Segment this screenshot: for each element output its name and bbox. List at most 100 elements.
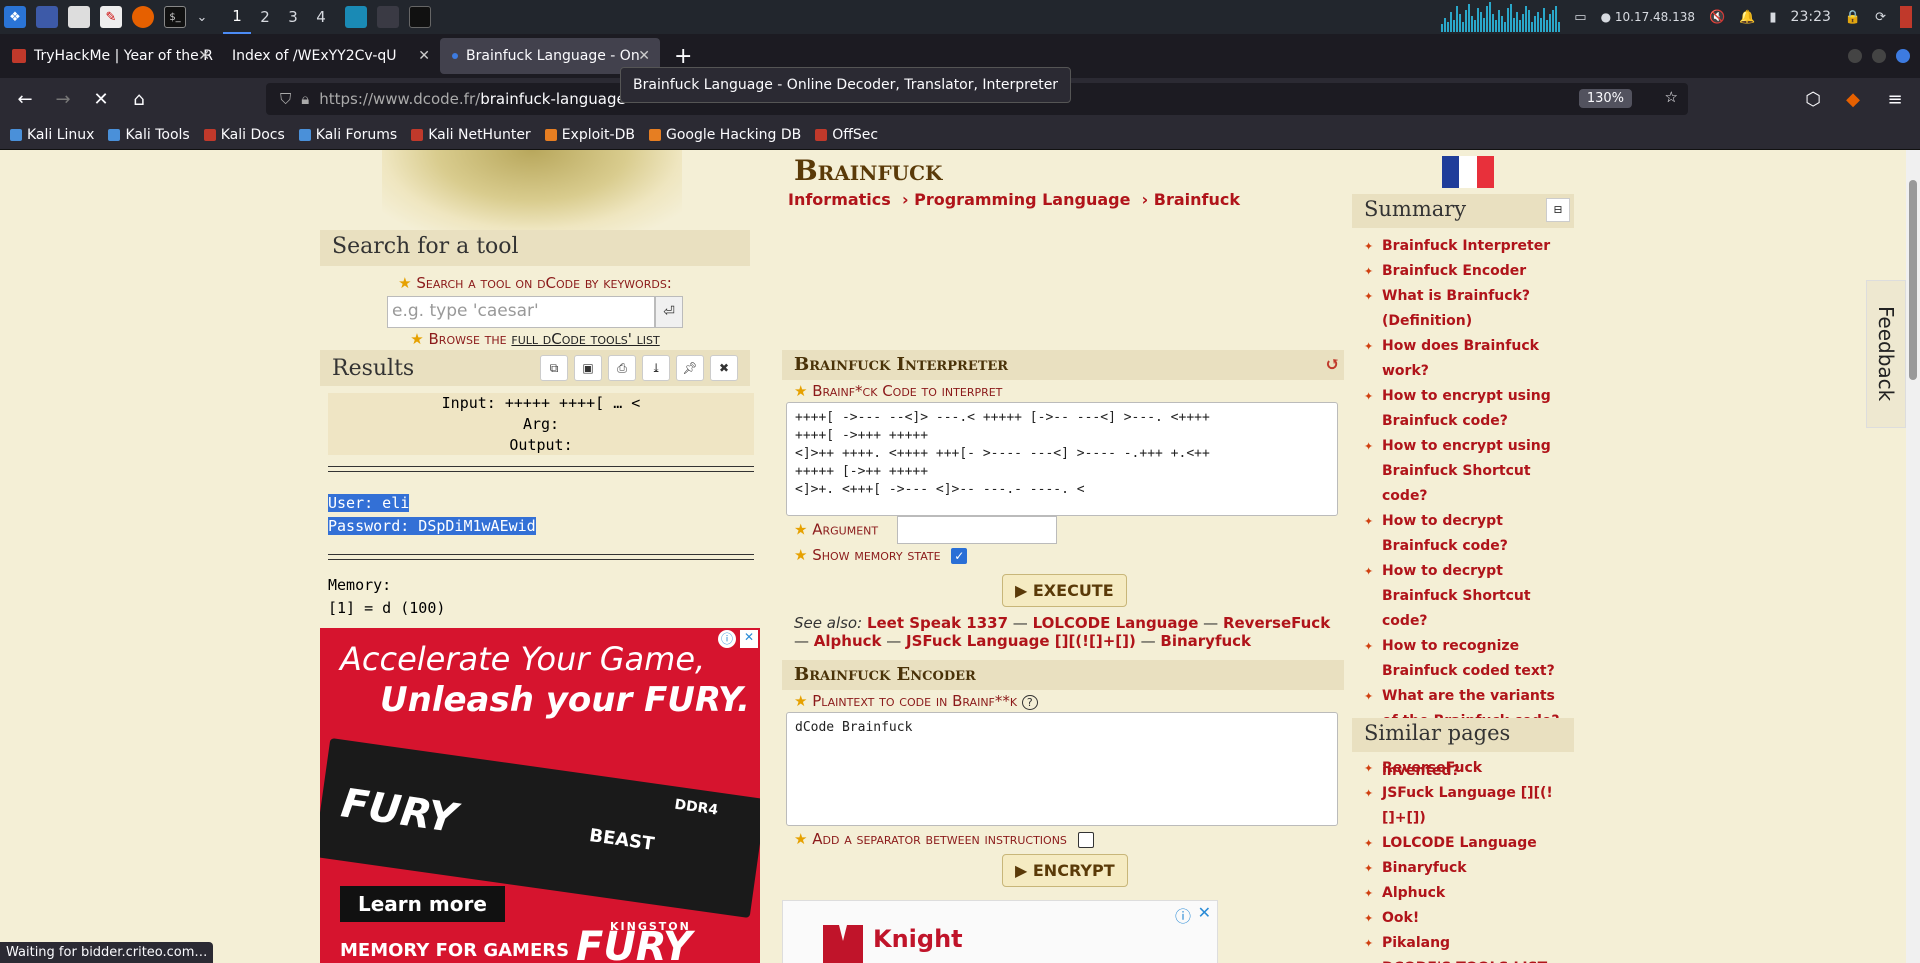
bookmark-2[interactable]: Kali Docs — [203, 127, 285, 143]
ad-learn-more-button[interactable]: Learn more — [340, 886, 505, 922]
memory-state-checkbox[interactable]: ✓ — [951, 547, 968, 564]
breadcrumb-programming-language[interactable]: Programming Language — [914, 190, 1130, 209]
scrollbar-thumb[interactable] — [1909, 180, 1917, 380]
extension-icon[interactable]: ◆ — [1836, 82, 1870, 116]
display-icon[interactable]: ▭ — [1574, 10, 1586, 25]
link-reversefuck[interactable]: ReverseFuck — [1223, 614, 1330, 632]
close-tab-icon[interactable]: ✕ — [198, 48, 210, 64]
app-icon-1[interactable] — [345, 6, 367, 28]
bookmark-0[interactable]: Kali Linux — [10, 127, 94, 143]
text-editor-icon[interactable]: ✎ — [100, 6, 122, 28]
pin-icon[interactable]: 📌︎ — [676, 355, 704, 381]
breadcrumb-informatics[interactable]: Informatics — [788, 190, 891, 209]
workspace-4[interactable]: 4 — [307, 0, 335, 34]
link-alphuck[interactable]: Alphuck — [814, 632, 882, 650]
padlock-icon[interactable]: 🔒︎ — [301, 90, 309, 108]
ad-info-icon[interactable]: ⓘ — [1175, 903, 1191, 927]
app-icon-terminal[interactable] — [409, 6, 431, 28]
french-flag-icon[interactable] — [1442, 156, 1494, 188]
app-icon-firefox[interactable] — [377, 6, 399, 28]
collapse-icon[interactable]: ⊟ — [1546, 198, 1570, 222]
summary-link-0[interactable]: Brainfuck Interpreter — [1382, 238, 1550, 254]
link-jsfuck[interactable]: JSFuck Language [][(![]+[]) — [906, 632, 1136, 650]
workspace-1[interactable]: 1 — [223, 0, 251, 34]
menu-icon[interactable]: ≡ — [1878, 82, 1912, 116]
encrypt-button[interactable]: ▶ ENCRYPT — [1002, 854, 1128, 887]
home-icon[interactable]: ⌂ — [122, 82, 156, 116]
similar-link-5[interactable]: Ook! — [1382, 910, 1419, 926]
forward-arrow-icon[interactable]: → — [46, 82, 80, 116]
print-icon[interactable]: ⎙ — [608, 355, 636, 381]
search-input[interactable]: e.g. type 'caesar' — [387, 296, 655, 328]
firefox-icon[interactable] — [132, 6, 154, 28]
execute-button[interactable]: ▶ EXECUTE — [1002, 574, 1127, 607]
bookmark-4[interactable]: Kali NetHunter — [411, 127, 531, 143]
similar-link-3[interactable]: Binaryfuck — [1382, 860, 1467, 876]
bookmark-3[interactable]: Kali Forums — [298, 127, 397, 143]
reset-icon[interactable]: ↺ — [1325, 354, 1340, 375]
lock-icon[interactable]: 🔒 — [1845, 10, 1861, 25]
summary-link-8[interactable]: How to recognize Brainfuck coded text? — [1382, 638, 1555, 679]
file-manager-icon[interactable] — [68, 6, 90, 28]
clock[interactable]: 23:23 — [1791, 9, 1831, 25]
result-output[interactable]: User: eli Password: DSpDiM1wAEwid — [328, 492, 536, 538]
download-icon[interactable]: ⤓ — [642, 355, 670, 381]
argument-input[interactable] — [896, 516, 1057, 544]
search-submit-button[interactable]: ⏎ — [655, 296, 683, 328]
bell-icon[interactable]: 🔔 — [1739, 10, 1755, 25]
pocket-icon[interactable]: ⬡ — [1796, 82, 1830, 116]
summary-link-2[interactable]: What is Brainfuck? (Definition) — [1382, 288, 1530, 329]
ad-info-icon[interactable]: ⓘ — [718, 630, 736, 648]
result-password-line[interactable]: Password: DSpDiM1wAEwid — [328, 517, 536, 535]
summary-link-5[interactable]: How to encrypt using Brainfuck Shortcut … — [1382, 438, 1551, 504]
similar-link-1[interactable]: JSFuck Language [][(![]+[]) — [1382, 785, 1553, 826]
advertisement-knight[interactable]: Knight ⓘ ✕ — [782, 900, 1218, 963]
stop-loading-icon[interactable]: ✕ — [84, 82, 118, 116]
bookmark-1[interactable]: Kali Tools — [108, 127, 190, 143]
kali-menu-icon[interactable]: ❖ — [4, 6, 26, 28]
summary-link-1[interactable]: Brainfuck Encoder — [1382, 263, 1526, 279]
close-tab-icon[interactable]: ✕ — [418, 48, 430, 64]
advertisement-kingston[interactable]: Accelerate Your Game, Unleash your FURY.… — [320, 628, 760, 963]
tab-index[interactable]: Index of /WExYY2Cv-qU ✕ — [220, 34, 440, 78]
summary-link-7[interactable]: How to decrypt Brainfuck Shortcut code? — [1382, 563, 1531, 629]
browse-tools-link[interactable]: full dCode tools' list — [511, 330, 659, 348]
minimize-icon[interactable] — [1848, 49, 1862, 63]
page-scrollbar[interactable] — [1906, 150, 1920, 963]
refresh-icon[interactable]: ⟳ — [1875, 10, 1886, 25]
ad-close-icon[interactable]: ✕ — [1198, 903, 1211, 922]
link-binaryfuck[interactable]: Binaryfuck — [1160, 632, 1251, 650]
zoom-level[interactable]: 130% — [1578, 89, 1632, 108]
bookmark-star-icon[interactable]: ☆ — [1665, 88, 1678, 106]
brainfuck-code-textarea[interactable]: ++++[ ->--- --<]> ---.< +++++ [->-- ---<… — [786, 402, 1338, 516]
breadcrumb-brainfuck[interactable]: Brainfuck — [1154, 190, 1240, 209]
separator-checkbox[interactable] — [1077, 831, 1094, 848]
help-icon[interactable]: ? — [1021, 695, 1038, 710]
tab-tryhackme[interactable]: TryHackMe | Year of the R ✕ — [0, 34, 220, 78]
mute-icon[interactable]: 🔇 — [1709, 10, 1725, 25]
summary-link-3[interactable]: How does Brainfuck work? — [1382, 338, 1539, 379]
chevron-down-icon[interactable]: ⌄ — [196, 6, 208, 28]
similar-link-4[interactable]: Alphuck — [1382, 885, 1445, 901]
summary-link-6[interactable]: How to decrypt Brainfuck code? — [1382, 513, 1508, 554]
bookmark-7[interactable]: OffSec — [815, 127, 878, 143]
close-icon[interactable]: ✖ — [710, 355, 738, 381]
similar-link-6[interactable]: Pikalang — [1382, 935, 1450, 951]
new-tab-button[interactable]: + — [674, 44, 692, 69]
result-user-line[interactable]: User: eli — [328, 494, 410, 512]
desktop-icon[interactable] — [36, 6, 58, 28]
shield-icon[interactable]: ⛉ — [280, 90, 291, 108]
power-icon[interactable] — [1900, 6, 1912, 28]
plaintext-textarea[interactable]: dCode Brainfuck — [786, 712, 1338, 826]
similar-link-2[interactable]: LOLCODE Language — [1382, 835, 1537, 851]
link-leet-speak[interactable]: Leet Speak 1337 — [867, 614, 1008, 632]
copy-icon[interactable]: ⧉ — [540, 355, 568, 381]
summary-link-4[interactable]: How to encrypt using Brainfuck code? — [1382, 388, 1551, 429]
close-window-icon[interactable] — [1896, 49, 1910, 63]
bookmark-5[interactable]: Exploit-DB — [544, 127, 635, 143]
workspace-2[interactable]: 2 — [251, 0, 279, 34]
similar-link-0[interactable]: ReverseFuck — [1382, 760, 1482, 776]
workspace-3[interactable]: 3 — [279, 0, 307, 34]
bookmark-6[interactable]: Google Hacking DB — [648, 127, 801, 143]
save-icon[interactable]: ▣ — [574, 355, 602, 381]
